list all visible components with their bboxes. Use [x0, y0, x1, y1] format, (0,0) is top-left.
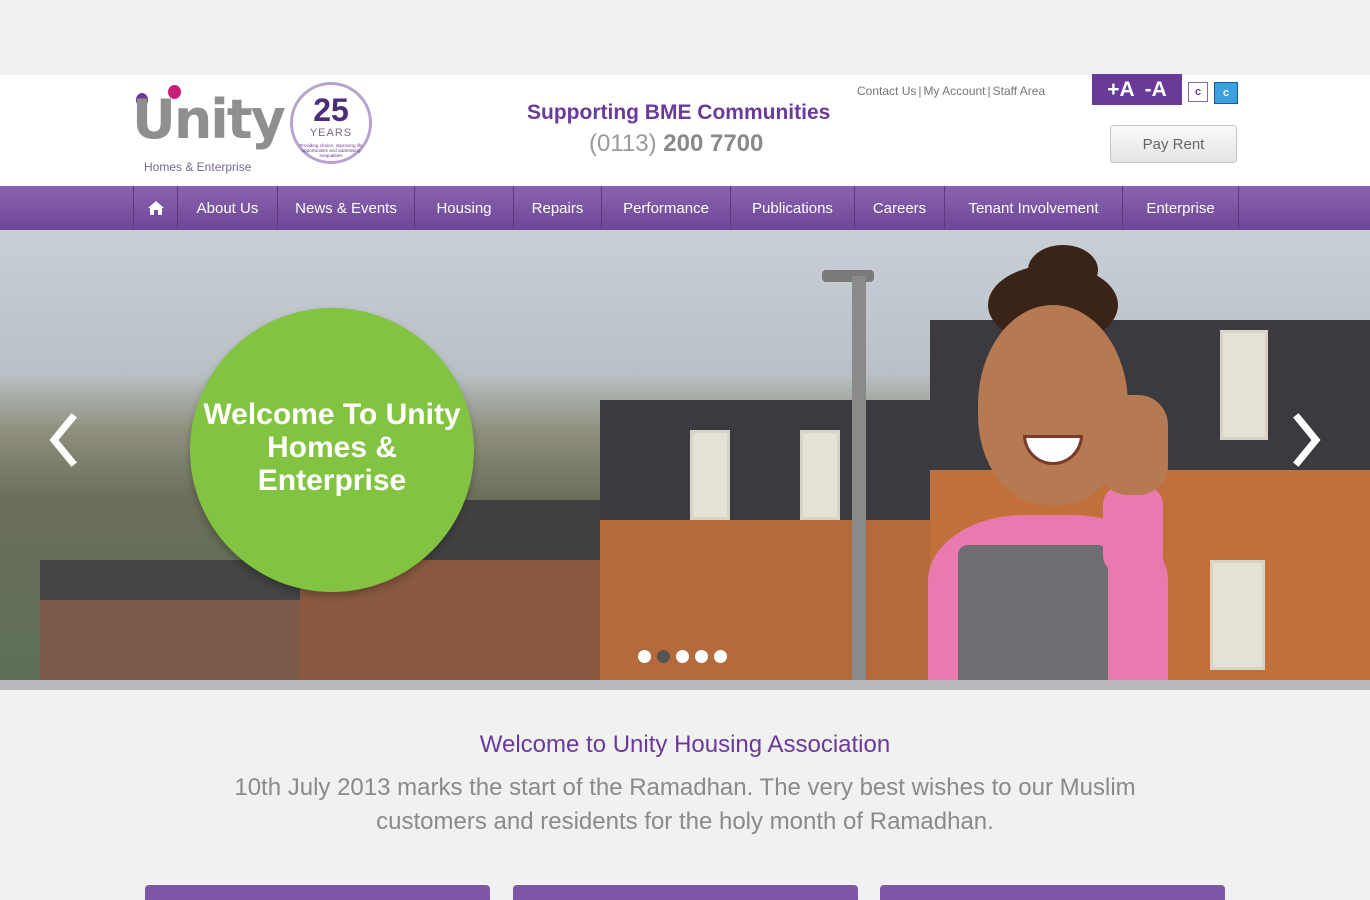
- home-icon: [147, 201, 164, 215]
- my-account-link[interactable]: My Account: [923, 84, 985, 98]
- logo-tagline: Homes & Enterprise: [144, 160, 252, 174]
- nav-housing[interactable]: Housing: [415, 186, 514, 230]
- nav-publications[interactable]: Publications: [731, 186, 855, 230]
- slider-dot-4[interactable]: [695, 650, 708, 663]
- contact-us-link[interactable]: Contact Us: [857, 84, 916, 98]
- decrease-text-button[interactable]: -A: [1145, 78, 1167, 102]
- phone-prefix: (0113): [589, 130, 657, 157]
- anniversary-label: YEARS: [309, 127, 353, 139]
- hero-bottom-bar: [0, 680, 1370, 690]
- staff-area-link[interactable]: Staff Area: [993, 84, 1045, 98]
- slider-dot-2[interactable]: [657, 650, 670, 663]
- slider-dot-5[interactable]: [714, 650, 727, 663]
- phone-main: 200 7700: [663, 130, 764, 157]
- nav-enterprise[interactable]: Enterprise: [1123, 186, 1239, 230]
- slider-dot-1[interactable]: [638, 650, 651, 663]
- nav-home[interactable]: [134, 186, 178, 230]
- contrast-high-button[interactable]: c: [1214, 82, 1238, 104]
- welcome-message: 10th July 2013 marks the start of the Ra…: [234, 774, 1136, 835]
- unity-logo[interactable]: Unity Homes & Enterprise: [132, 82, 286, 176]
- pay-rent-button[interactable]: Pay Rent: [1110, 125, 1237, 163]
- slider-next-button[interactable]: [1288, 410, 1328, 470]
- feature-box-3[interactable]: [880, 885, 1225, 900]
- nav-careers[interactable]: Careers: [855, 186, 945, 230]
- text-size-controls: +A -A: [1092, 74, 1182, 105]
- main-nav: About Us News & Events Housing Repairs P…: [0, 186, 1370, 230]
- anniversary-number: 25: [313, 92, 349, 128]
- slider-dots: [638, 650, 727, 663]
- nav-repairs[interactable]: Repairs: [514, 186, 602, 230]
- slider-prev-button[interactable]: [42, 410, 82, 470]
- phone-number[interactable]: (0113) 200 7700: [589, 130, 763, 158]
- street-lamp: [852, 276, 866, 680]
- street-lamp-head: [822, 270, 874, 282]
- nav-tenant-involvement[interactable]: Tenant Involvement: [945, 186, 1123, 230]
- nav-performance[interactable]: Performance: [602, 186, 731, 230]
- nav-about-us[interactable]: About Us: [178, 186, 278, 230]
- logo-wordmark: Unity: [132, 88, 286, 151]
- feature-box-2[interactable]: [513, 885, 858, 900]
- contrast-default-button[interactable]: c: [1188, 82, 1208, 102]
- anniversary-badge: 25 YEARS Providing choice, improving lif…: [290, 82, 372, 164]
- increase-text-button[interactable]: +A: [1107, 78, 1134, 102]
- child-photo: [928, 245, 1168, 680]
- anniversary-tagline: Providing choice, improving life opportu…: [299, 143, 363, 158]
- chevron-right-icon: [1293, 413, 1321, 467]
- nav-news-events[interactable]: News & Events: [278, 186, 415, 230]
- support-heading: Supporting BME Communities: [527, 101, 831, 124]
- welcome-heading: Welcome to Unity Housing Association: [479, 731, 891, 758]
- slider-dot-3[interactable]: [676, 650, 689, 663]
- feature-box-1[interactable]: [145, 885, 490, 900]
- utility-links: Contact Us | My Account | Staff Area: [857, 84, 1046, 98]
- welcome-circle[interactable]: Welcome To Unity Homes & Enterprise: [190, 308, 474, 592]
- top-strip: [0, 0, 1370, 75]
- chevron-left-icon: [49, 413, 77, 467]
- welcome-circle-text: Welcome To Unity Homes & Enterprise: [203, 398, 461, 497]
